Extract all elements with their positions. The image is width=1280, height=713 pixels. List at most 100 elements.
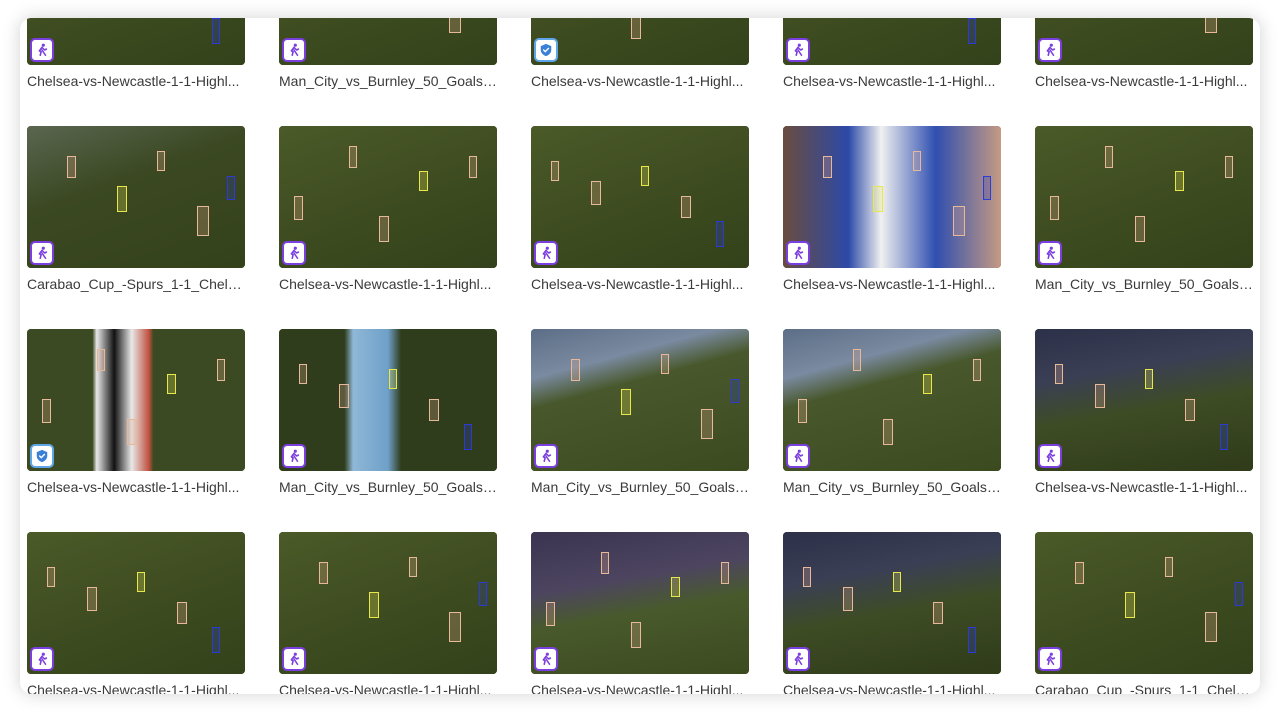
video-thumbnail[interactable]	[27, 329, 245, 471]
video-card[interactable]: Chelsea-vs-Newcastle-1-1-Highl...	[279, 126, 497, 292]
video-card[interactable]: Chelsea-vs-Newcastle-1-1-Highl...	[1035, 18, 1253, 89]
detection-box	[167, 374, 176, 394]
video-thumbnail[interactable]	[27, 18, 245, 65]
detection-box	[701, 409, 713, 439]
video-card[interactable]: Carabao_Cup_-Spurs_1-1_Chelse...	[1035, 532, 1255, 694]
detection-box	[429, 399, 439, 421]
frame-image	[27, 329, 245, 471]
detection-box	[671, 577, 680, 597]
detection-box	[117, 186, 127, 212]
video-filename: Man_City_vs_Burnley_50_Goals_...	[279, 73, 499, 89]
video-thumbnail[interactable]	[783, 532, 1001, 674]
detection-box	[1235, 582, 1243, 606]
video-card[interactable]: Chelsea-vs-Newcastle-1-1-Highl...	[783, 532, 1001, 694]
detection-box	[1205, 18, 1217, 33]
video-card[interactable]: Man_City_vs_Burnley_50_Goals_...	[531, 329, 751, 495]
video-thumbnail[interactable]	[279, 329, 497, 471]
video-thumbnail[interactable]	[279, 18, 497, 65]
detection-box	[883, 419, 893, 445]
detection-box	[571, 359, 580, 381]
runner-icon	[1038, 38, 1062, 62]
video-card[interactable]: Man_City_vs_Burnley_50_Goals_...	[279, 329, 499, 495]
video-thumbnail[interactable]	[531, 18, 749, 65]
video-thumbnail[interactable]	[279, 126, 497, 268]
video-filename: Carabao_Cup_-Spurs_1-1_Chelse...	[27, 276, 247, 292]
detection-box	[339, 384, 349, 408]
video-thumbnail[interactable]	[783, 126, 1001, 268]
runner-icon	[534, 647, 558, 671]
video-filename: Man_City_vs_Burnley_50_Goals_...	[531, 479, 751, 495]
detection-box	[389, 369, 397, 389]
detection-box	[716, 221, 724, 247]
video-card[interactable]: Chelsea-vs-Newcastle-1-1-Highl...	[783, 18, 1001, 89]
frame-image	[27, 126, 245, 268]
detection-box	[1225, 156, 1233, 178]
video-card[interactable]: Chelsea-vs-Newcastle-1-1-Highl...	[27, 18, 245, 89]
detection-box	[1175, 171, 1184, 191]
detection-box	[1145, 369, 1153, 389]
video-card[interactable]: Man_City_vs_Burnley_50_Goals_...	[279, 18, 499, 89]
frame-image	[531, 329, 749, 471]
thumbnail-row: Chelsea-vs-Newcastle-1-1-Highl... Man_Cit…	[20, 18, 1260, 126]
video-card[interactable]: Chelsea-vs-Newcastle-1-1-Highl...	[1035, 329, 1253, 495]
video-filename: Chelsea-vs-Newcastle-1-1-Highl...	[27, 73, 240, 89]
detection-box	[823, 156, 832, 178]
video-thumbnail[interactable]	[1035, 532, 1253, 674]
detection-box	[591, 181, 601, 205]
video-thumbnail[interactable]	[1035, 329, 1253, 471]
detection-box	[1185, 399, 1195, 421]
detection-box	[973, 359, 981, 381]
runner-icon	[534, 241, 558, 265]
detection-box	[953, 206, 965, 236]
detection-box	[299, 364, 307, 384]
detection-box	[1135, 216, 1145, 242]
video-filename: Carabao_Cup_-Spurs_1-1_Chelse...	[1035, 682, 1255, 694]
video-filename: Chelsea-vs-Newcastle-1-1-Highl...	[1035, 479, 1248, 495]
detection-box	[212, 627, 220, 653]
video-filename: Chelsea-vs-Newcastle-1-1-Highl...	[531, 682, 744, 694]
runner-icon	[786, 647, 810, 671]
video-thumbnail[interactable]	[531, 329, 749, 471]
runner-icon	[534, 444, 558, 468]
video-thumbnail[interactable]	[783, 329, 1001, 471]
video-thumbnail[interactable]	[27, 532, 245, 674]
video-filename: Chelsea-vs-Newcastle-1-1-Highl...	[783, 682, 996, 694]
video-card[interactable]: Chelsea-vs-Newcastle-1-1-Highl...	[531, 18, 749, 89]
frame-image	[1035, 126, 1253, 268]
video-filename: Chelsea-vs-Newcastle-1-1-Highl...	[279, 682, 492, 694]
detection-box	[464, 424, 472, 450]
detection-box	[157, 151, 165, 171]
frame-image	[783, 126, 1001, 268]
video-card[interactable]: Chelsea-vs-Newcastle-1-1-Highl...	[531, 532, 749, 694]
shield-icon	[534, 38, 558, 62]
detection-box	[449, 18, 461, 33]
runner-icon	[282, 38, 306, 62]
video-card[interactable]: Man_City_vs_Burnley_50_Goals_...	[1035, 126, 1255, 292]
detection-box	[227, 176, 235, 200]
detection-box	[479, 582, 487, 606]
runner-icon	[30, 38, 54, 62]
video-card[interactable]: Chelsea-vs-Newcastle-1-1-Highl...	[531, 126, 749, 292]
video-card[interactable]: Chelsea-vs-Newcastle-1-1-Highl...	[279, 532, 497, 694]
video-thumbnail[interactable]	[27, 126, 245, 268]
video-card[interactable]: Chelsea-vs-Newcastle-1-1-Highl...	[783, 126, 1001, 292]
detection-box	[551, 161, 559, 181]
detection-box	[983, 176, 991, 200]
frame-image	[1035, 18, 1253, 65]
video-thumbnail[interactable]	[279, 532, 497, 674]
video-card[interactable]: Chelsea-vs-Newcastle-1-1-Highl...	[27, 532, 245, 694]
detection-box	[369, 592, 379, 618]
video-thumbnail[interactable]	[1035, 126, 1253, 268]
video-filename: Chelsea-vs-Newcastle-1-1-Highl...	[27, 682, 240, 694]
detection-box	[601, 552, 609, 574]
detection-box	[1205, 612, 1217, 642]
video-thumbnail[interactable]	[531, 126, 749, 268]
video-card[interactable]: Carabao_Cup_-Spurs_1-1_Chelse...	[27, 126, 247, 292]
video-thumbnail[interactable]	[783, 18, 1001, 65]
video-card[interactable]: Man_City_vs_Burnley_50_Goals_...	[783, 329, 1003, 495]
video-filename: Chelsea-vs-Newcastle-1-1-Highl...	[1035, 73, 1248, 89]
video-thumbnail[interactable]	[1035, 18, 1253, 65]
video-thumbnail[interactable]	[531, 532, 749, 674]
detection-box	[1095, 384, 1105, 408]
video-card[interactable]: Chelsea-vs-Newcastle-1-1-Highl...	[27, 329, 245, 495]
